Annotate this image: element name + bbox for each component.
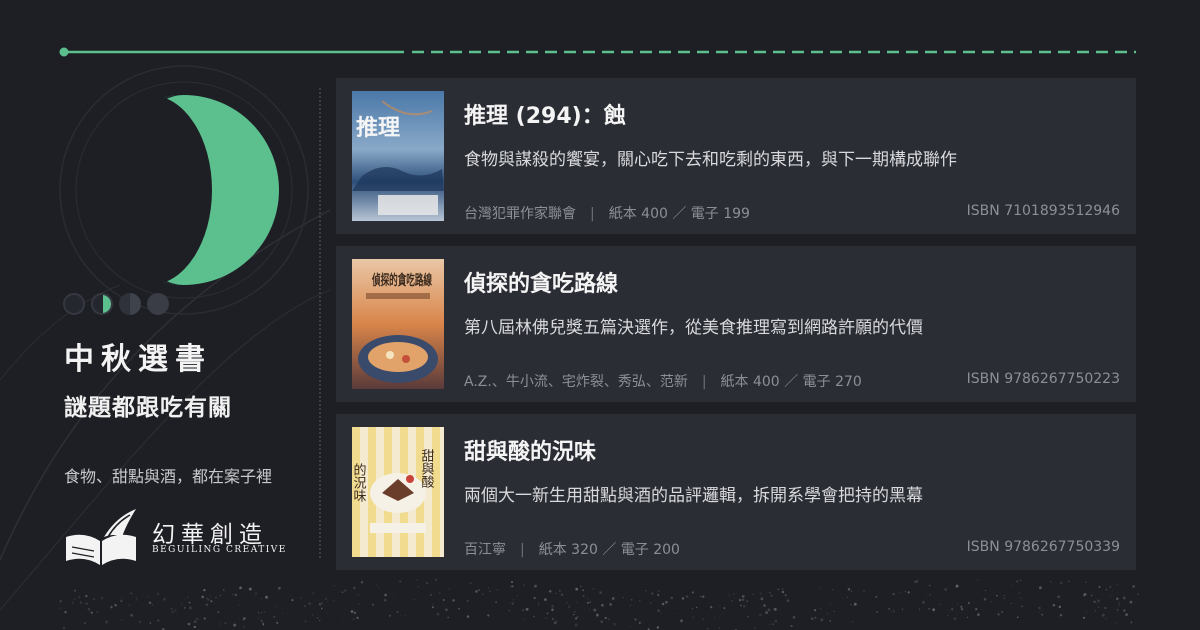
book-card[interactable]: 偵探的貪吃路線 偵探的貪吃路線 第八屆林佛兒獎五篇決選作，從美食推理寫到網路許願… (336, 246, 1136, 402)
book-card[interactable]: 甜與酸 的況味 甜與酸的況味 兩個大一新生用甜點與酒的品評邏輯，拆開系學會把持的… (336, 414, 1136, 570)
half-moon-icon (119, 293, 141, 315)
book-cover[interactable]: 偵探的貪吃路線 (352, 259, 444, 389)
tagline: 食物、甜點與酒，都在案子裡 (64, 467, 273, 486)
logo-name-zh: 幻華創造 (152, 522, 268, 548)
moon-icon (59, 65, 309, 315)
book-card[interactable]: 推理 推理 (294)：蝕 食物與謀殺的饗宴，關心吃下去和吃剩的東西，與下一期構… (336, 78, 1136, 234)
left-panel: 中秋選書 謎題都跟吃有關 食物、甜點與酒，都在案子裡 幻華創造 BEGUILIN… (0, 0, 320, 630)
dust-decoration (59, 579, 1140, 630)
book-description: 兩個大一新生用甜點與酒的品評邏輯，拆開系學會把持的黑幕 (464, 486, 923, 506)
vertical-divider (319, 88, 321, 558)
book-meta: A.Z.、牛小流、宅炸裂、秀弘、范新 | 紙本 400 ／ 電子 270 (464, 371, 862, 391)
book-meta: 台灣犯罪作家聯會 | 紙本 400 ／ 電子 199 (464, 203, 750, 223)
book-description: 食物與謀殺的饗宴，關心吃下去和吃剩的東西，與下一期構成聯作 (464, 150, 957, 170)
book-isbn: ISBN 7101893512946 (966, 203, 1120, 219)
book-meta: 百江寧 | 紙本 320 ／ 電子 200 (464, 539, 680, 559)
book-cover[interactable]: 推理 (352, 91, 444, 221)
cover-title-right: 甜與酸 (419, 448, 435, 488)
book-isbn: ISBN 9786267750223 (966, 371, 1120, 387)
book-formats: 紙本 400 ／ 電子 199 (608, 206, 750, 222)
book-formats: 紙本 320 ／ 電子 200 (538, 542, 680, 558)
meta-separator: | (590, 206, 595, 222)
cover-title: 推理 (356, 115, 400, 141)
publisher-logo[interactable]: 幻華創造 BEGUILING CREATIVE (64, 507, 304, 571)
book-formats: 紙本 400 ／ 電子 270 (720, 374, 862, 390)
meta-separator: | (520, 542, 525, 558)
page-subtitle: 謎題都跟吃有關 (64, 395, 232, 421)
page-title: 中秋選書 (64, 342, 212, 377)
cover-title: 偵探的貪吃路線 (371, 272, 432, 289)
moon-phases (63, 293, 169, 315)
book-authors: 百江寧 (464, 542, 506, 558)
gibbous-moon-icon (147, 293, 169, 315)
book-title[interactable]: 偵探的貪吃路線 (464, 266, 618, 298)
book-authors: A.Z.、牛小流、宅炸裂、秀弘、范新 (464, 374, 688, 390)
book-isbn: ISBN 9786267750339 (966, 539, 1120, 555)
crescent-moon-icon (91, 293, 113, 315)
new-moon-icon (63, 293, 85, 315)
book-title[interactable]: 推理 (294)：蝕 (464, 98, 626, 130)
book-authors: 台灣犯罪作家聯會 (464, 206, 576, 222)
open-book-logo-icon (66, 509, 136, 565)
meta-separator: | (701, 374, 707, 390)
book-description: 第八屆林佛兒獎五篇決選作，從美食推理寫到網路許願的代價 (464, 318, 923, 338)
logo-name-en: BEGUILING CREATIVE (152, 545, 287, 555)
book-title[interactable]: 甜與酸的況味 (464, 434, 596, 466)
book-cover[interactable]: 甜與酸 的況味 (352, 427, 444, 557)
cover-title-left: 的況味 (352, 462, 366, 502)
